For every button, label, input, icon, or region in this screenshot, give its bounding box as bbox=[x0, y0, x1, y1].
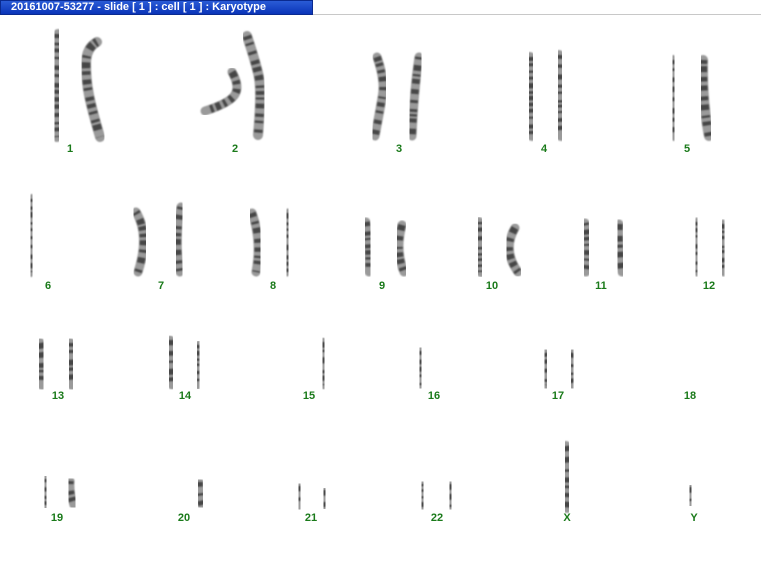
karyogram-canvas bbox=[26, 29, 729, 513]
chromosome-label-5: 5 bbox=[683, 143, 691, 155]
chromosome-pair-21[interactable] bbox=[294, 481, 330, 512]
chromosome-label-18: 18 bbox=[683, 390, 697, 402]
chromosome-label-20: 20 bbox=[177, 512, 191, 524]
chromosome-label-21: 21 bbox=[304, 512, 318, 524]
chromosome-pair-1[interactable] bbox=[50, 29, 105, 142]
chromosome-6-1[interactable] bbox=[26, 194, 37, 277]
chromosome-label-1: 1 bbox=[66, 143, 74, 155]
chromosome-19-1[interactable] bbox=[40, 474, 51, 510]
chromosome-x-1[interactable] bbox=[561, 441, 574, 513]
chromosome-label-22: 22 bbox=[430, 512, 444, 524]
chromosome-pair-4[interactable] bbox=[525, 50, 566, 141]
chromosome-label-8: 8 bbox=[269, 280, 277, 292]
chromosome-pair-15[interactable] bbox=[292, 332, 329, 390]
chromosome-bands bbox=[173, 206, 185, 273]
chromosome-label-10: 10 bbox=[485, 280, 499, 292]
chromosome-label-2: 2 bbox=[231, 143, 239, 155]
chromosomes-layer bbox=[26, 29, 729, 513]
chromosome-label-3: 3 bbox=[395, 143, 403, 155]
chromosome-pair-9[interactable] bbox=[361, 217, 409, 277]
chromosome-pair-2[interactable] bbox=[200, 31, 266, 140]
chromosome-bands bbox=[692, 221, 701, 273]
chromosome-pair-y[interactable] bbox=[685, 482, 696, 509]
chromosome-label-9: 9 bbox=[378, 280, 386, 292]
chromosome-pair-7[interactable] bbox=[131, 202, 186, 277]
chromosome-pair-5[interactable] bbox=[668, 55, 714, 141]
chromosome-pair-17[interactable] bbox=[540, 348, 578, 390]
chromosome-pair-16[interactable] bbox=[415, 341, 453, 390]
chromosome-label-13: 13 bbox=[51, 390, 65, 402]
chromosome-pair-14[interactable] bbox=[165, 335, 204, 390]
chromosome-bands bbox=[698, 59, 714, 137]
chromosome-label-15: 15 bbox=[302, 390, 316, 402]
chromosome-bands bbox=[193, 344, 203, 386]
chromosome-pair-12[interactable] bbox=[691, 217, 729, 277]
chromosome-label-16: 16 bbox=[427, 390, 441, 402]
chromosome-label-12: 12 bbox=[702, 280, 716, 292]
chromosome-pair-x[interactable] bbox=[561, 441, 574, 513]
chromosome-pair-13[interactable] bbox=[35, 338, 77, 390]
chromosome-label-6: 6 bbox=[44, 280, 52, 292]
chromosome-pair-18[interactable] bbox=[672, 345, 710, 390]
chromosome-pair-10[interactable] bbox=[474, 217, 523, 277]
chromosome-pair-6[interactable] bbox=[26, 194, 70, 277]
chromosome-pair-11[interactable] bbox=[580, 218, 627, 277]
chromosome-label-7: 7 bbox=[157, 280, 165, 292]
chromosome-label-x: X bbox=[563, 512, 571, 524]
chromosome-pair-20[interactable] bbox=[167, 474, 207, 510]
chromosome-bands bbox=[195, 481, 206, 506]
chromosome-label-17: 17 bbox=[551, 390, 565, 402]
chromosome-pair-3[interactable] bbox=[370, 52, 424, 141]
chromosome-label-11: 11 bbox=[595, 280, 607, 292]
chromosome-pair-8[interactable] bbox=[247, 208, 293, 277]
chromosome-label-y: Y bbox=[690, 512, 698, 524]
chromosome-pair-22[interactable] bbox=[417, 479, 456, 512]
chromosome-pair-19[interactable] bbox=[40, 474, 79, 510]
chromosome-label-4: 4 bbox=[540, 143, 548, 155]
chromosome-label-19: 19 bbox=[50, 512, 64, 524]
chromosome-label-14: 14 bbox=[178, 390, 192, 402]
